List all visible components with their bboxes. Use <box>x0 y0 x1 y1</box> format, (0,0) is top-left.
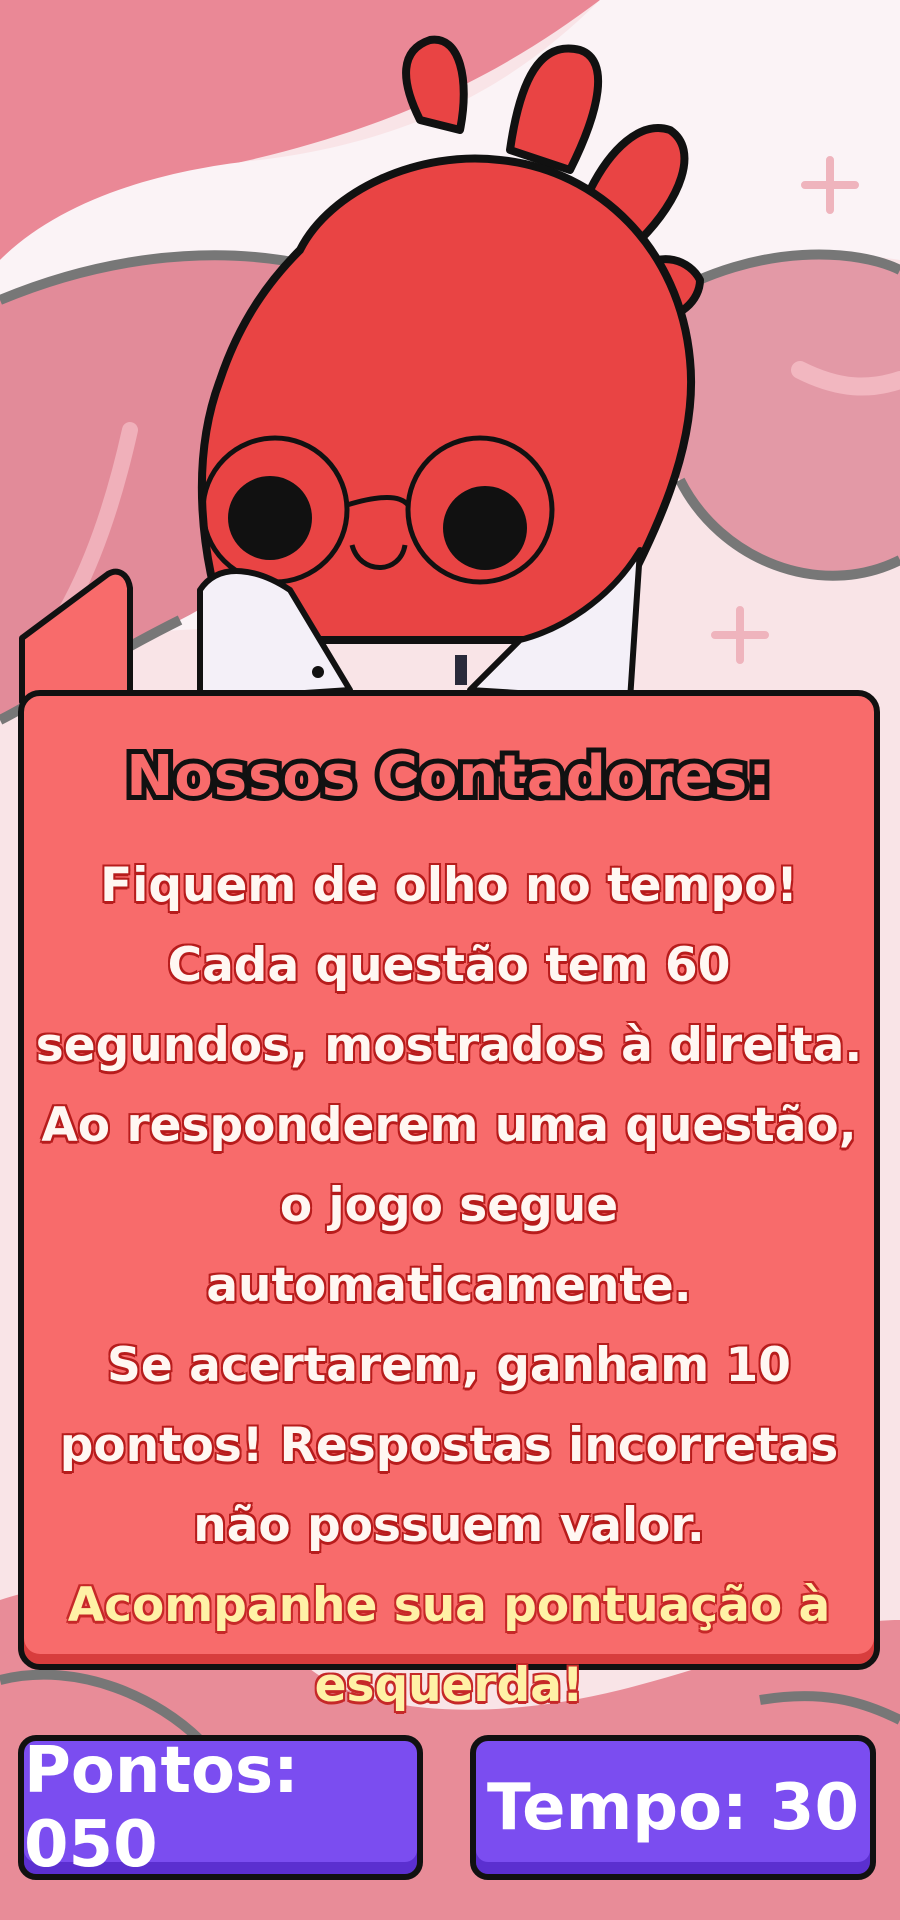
heart-body <box>197 154 696 644</box>
dialog-highlight: Acompanhe sua pontuação à esquerda! <box>67 1578 831 1713</box>
points-counter: Pontos: 050 <box>18 1733 423 1882</box>
dialog-line: Ao responderem uma questão, o jogo segue… <box>41 1098 857 1313</box>
speech-bubble-tail <box>19 568 133 706</box>
left-eye-icon <box>228 476 312 560</box>
dialog-line: Fiquem de olho no tempo! Cada questão te… <box>35 858 863 1073</box>
right-eye-icon <box>443 486 527 570</box>
dialog-body: Fiquem de olho no tempo! Cada questão te… <box>34 846 864 1726</box>
dialog-line: Se acertarem, ganham 10 pontos! Resposta… <box>59 1338 839 1553</box>
points-label: Pontos: 050 <box>24 1733 299 1882</box>
tutorial-dialog: Nossos Contadores: Fiquem de olho no tem… <box>18 690 880 1713</box>
time-label: Tempo: 30 <box>487 1770 859 1845</box>
time-counter: Tempo: 30 <box>470 1735 876 1880</box>
dialog-title: Nossos Contadores: <box>121 739 775 814</box>
